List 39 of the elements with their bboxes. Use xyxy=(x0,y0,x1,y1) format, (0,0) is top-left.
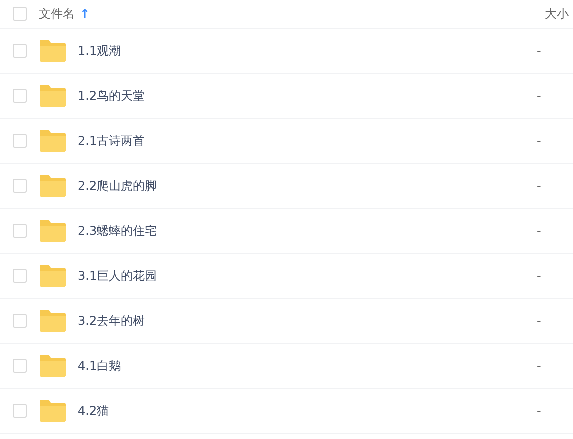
file-name[interactable]: 4.1白鹅 xyxy=(78,358,537,374)
file-size: - xyxy=(537,224,542,238)
folder-icon xyxy=(40,130,66,152)
file-name[interactable]: 3.1巨人的花园 xyxy=(78,268,537,284)
file-name[interactable]: 2.3蟋蟀的住宅 xyxy=(78,222,537,240)
folder-icon xyxy=(40,400,66,422)
file-name[interactable]: 3.2去年的树 xyxy=(78,312,537,330)
file-size: - xyxy=(537,179,542,193)
checkbox[interactable] xyxy=(13,404,27,418)
checkbox[interactable] xyxy=(13,44,27,58)
folder-icon xyxy=(40,355,66,377)
checkbox[interactable] xyxy=(13,134,27,148)
file-name[interactable]: 1.1观潮 xyxy=(78,42,537,60)
checkbox[interactable] xyxy=(13,314,27,328)
column-header[interactable]: 文件名 xyxy=(39,6,75,22)
file-size: - xyxy=(537,359,542,373)
folder-icon xyxy=(40,220,66,242)
checkbox[interactable] xyxy=(13,269,27,283)
folder-icon xyxy=(40,310,66,332)
column-header[interactable]: 大小 xyxy=(545,6,573,22)
file-name[interactable]: 4.2猫 xyxy=(78,402,537,420)
checkbox[interactable] xyxy=(13,179,27,193)
file-size: - xyxy=(537,269,542,283)
checkbox[interactable] xyxy=(13,224,27,238)
folder-icon xyxy=(40,175,66,197)
file-size: - xyxy=(537,89,542,103)
file-size: - xyxy=(537,404,542,418)
file-name[interactable]: 1.2鸟的天堂 xyxy=(78,88,537,104)
file-size: - xyxy=(537,134,542,148)
folder-icon xyxy=(40,40,66,62)
checkbox[interactable] xyxy=(13,7,27,21)
file-name[interactable]: 2.2爬山虎的脚 xyxy=(78,178,537,194)
file-size: - xyxy=(537,314,542,328)
file-name[interactable]: 2.1古诗两首 xyxy=(78,132,537,150)
folder-icon xyxy=(40,265,66,287)
file-size: - xyxy=(537,44,542,58)
checkbox[interactable] xyxy=(13,89,27,103)
folder-icon xyxy=(40,85,66,107)
checkbox[interactable] xyxy=(13,359,27,373)
